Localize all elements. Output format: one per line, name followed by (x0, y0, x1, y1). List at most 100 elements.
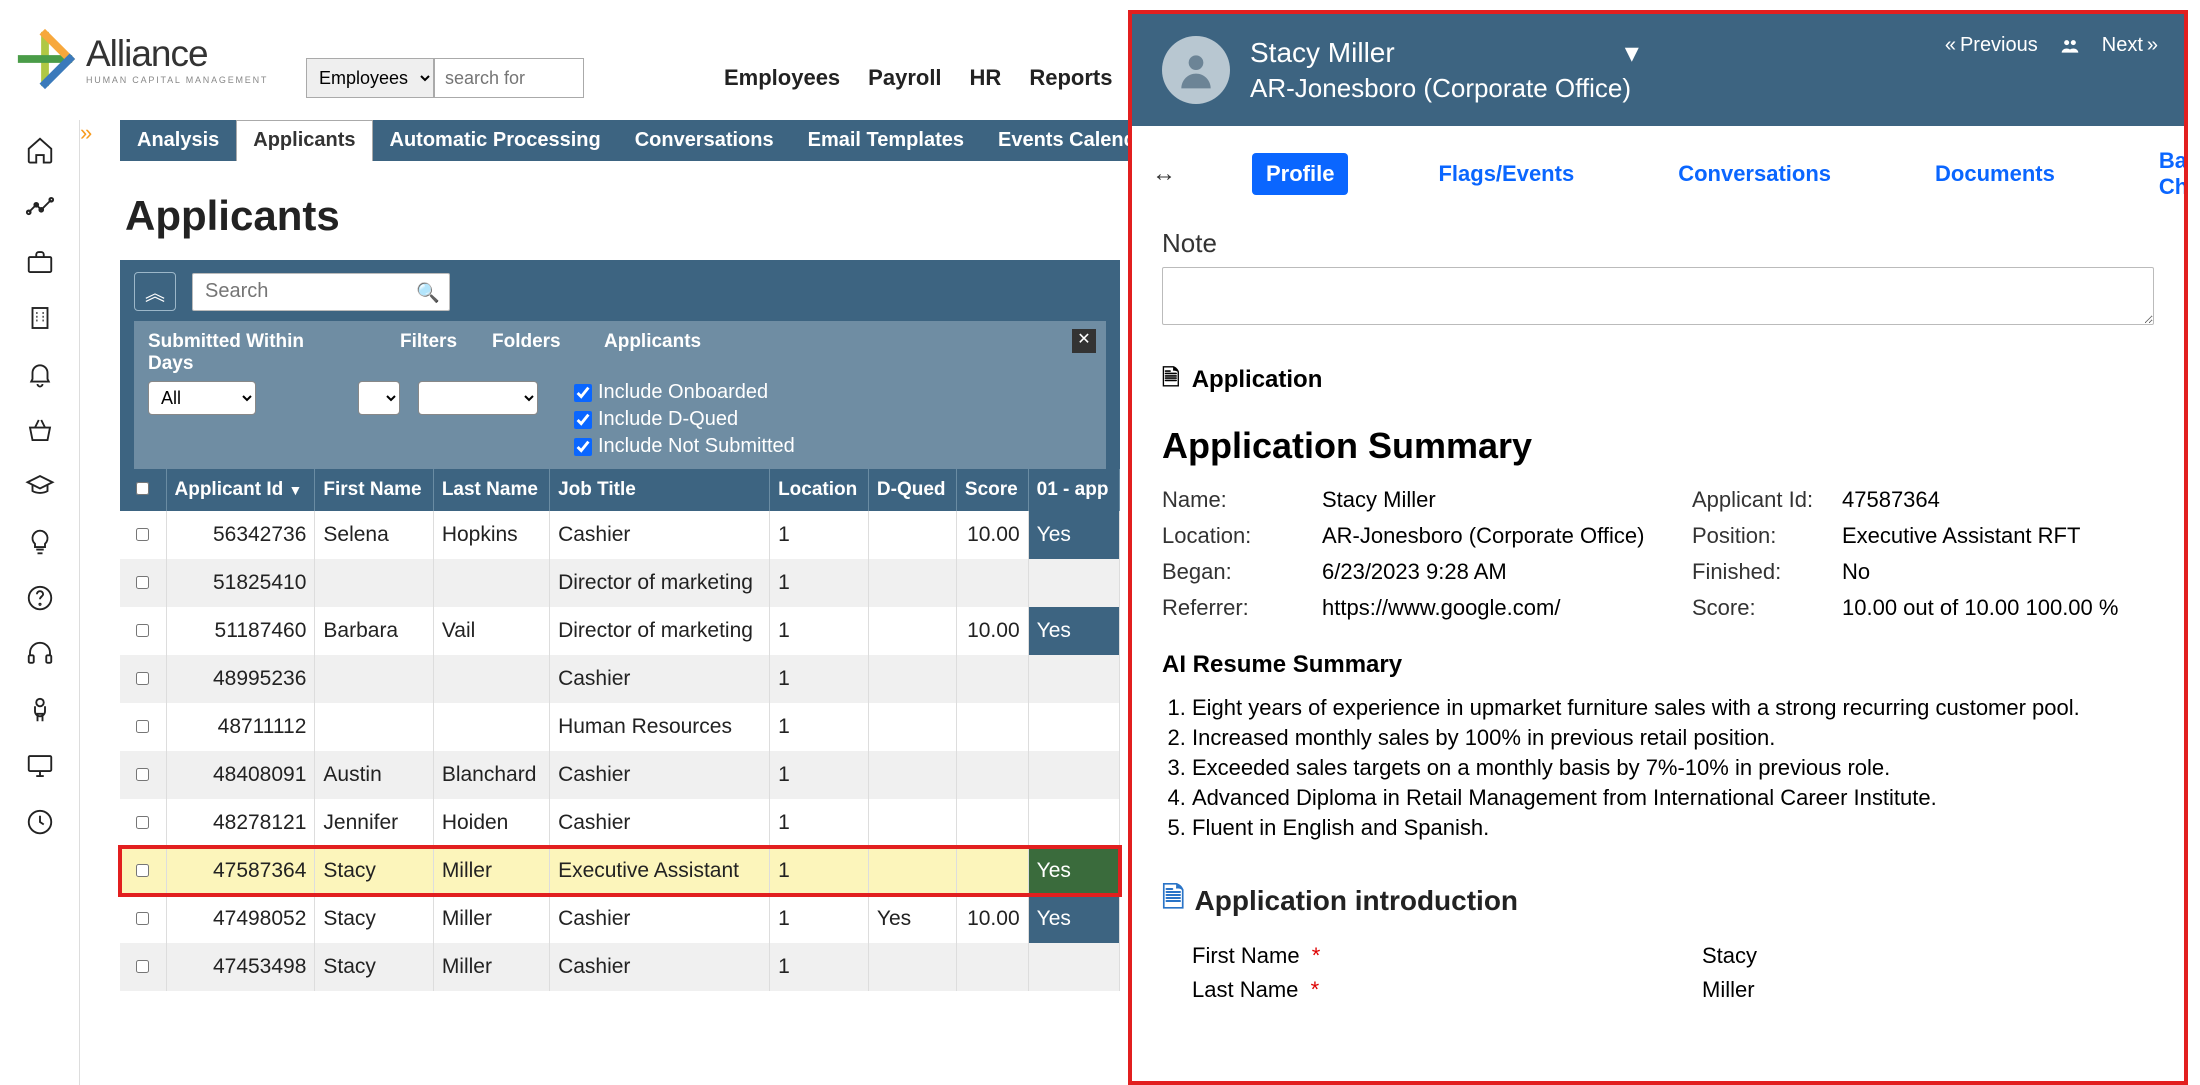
detail-tabs: ↔ Profile Flags/Events Conversations Doc… (1132, 126, 2184, 222)
previous-button[interactable]: « Previous (1945, 34, 2038, 57)
top-nav: Employees Payroll HR Reports (724, 65, 1112, 91)
headset-icon[interactable] (22, 636, 58, 672)
brand-name: Alliance (86, 33, 268, 75)
applicant-detail-panel: Stacy Miller▾ AR-Jonesboro (Corporate Of… (1128, 10, 2188, 1085)
building-icon[interactable] (22, 300, 58, 336)
row-checkbox[interactable] (136, 864, 149, 877)
nav-employees[interactable]: Employees (724, 65, 840, 91)
table-row[interactable]: 56342736SelenaHopkinsCashier110.00Yes (120, 511, 1120, 559)
file-icon: 🗎 (1162, 877, 1185, 925)
detail-tab-profile[interactable]: Profile (1252, 153, 1348, 195)
table-row[interactable]: 48995236Cashier1 (120, 655, 1120, 703)
ai-item: Exceeded sales targets on a monthly basi… (1192, 755, 2154, 781)
person-icon[interactable] (22, 692, 58, 728)
lightbulb-icon[interactable] (22, 524, 58, 560)
analytics-icon[interactable] (22, 188, 58, 224)
nav-hr[interactable]: HR (970, 65, 1002, 91)
logo-icon (14, 28, 76, 90)
briefcase-icon[interactable] (22, 244, 58, 280)
row-checkbox[interactable] (136, 528, 149, 541)
table-row[interactable]: 48711112Human Resources1 (120, 703, 1120, 751)
include-dqued-checkbox[interactable]: Include D-Qued (574, 408, 795, 431)
tab-automatic-processing[interactable]: Automatic Processing (373, 120, 618, 161)
col-last-name[interactable]: Last Name (433, 469, 549, 511)
detail-tab-flags[interactable]: Flags/Events (1424, 153, 1588, 195)
filter-label-applicants: Applicants (604, 331, 701, 375)
filters-select[interactable] (358, 381, 400, 415)
close-filter-button[interactable]: ✕ (1072, 329, 1096, 353)
global-search-input[interactable] (434, 58, 584, 98)
group-icon[interactable] (2058, 36, 2082, 56)
applicant-search-input[interactable] (192, 273, 450, 311)
table-row[interactable]: 51187460BarbaraVailDirector of marketing… (120, 607, 1120, 655)
folders-select[interactable] (418, 381, 538, 415)
table-row[interactable]: 51825410Director of marketing1 (120, 559, 1120, 607)
page-title: Applicants (125, 192, 340, 240)
row-checkbox[interactable] (136, 576, 149, 589)
home-icon[interactable] (22, 132, 58, 168)
col-location[interactable]: Location (770, 469, 869, 511)
next-button[interactable]: Next » (2102, 34, 2158, 57)
monitor-icon[interactable] (22, 748, 58, 784)
tab-analysis[interactable]: Analysis (120, 120, 236, 161)
intro-form: First Name *StacyLast Name *Miller (1192, 943, 2154, 1003)
tab-email-templates[interactable]: Email Templates (791, 120, 981, 161)
detail-tab-conversations[interactable]: Conversations (1664, 153, 1845, 195)
col-applicant-id[interactable]: Applicant Id ▼ (166, 469, 315, 511)
col-dqued[interactable]: D-Qued (868, 469, 956, 511)
sort-desc-icon: ▼ (289, 482, 303, 498)
ai-item: Eight years of experience in upmarket fu… (1192, 695, 2154, 721)
bell-icon[interactable] (22, 356, 58, 392)
scope-select[interactable]: Employees (306, 58, 434, 98)
submitted-days-select[interactable]: All (148, 381, 256, 415)
table-row[interactable]: 47587364StacyMillerExecutive Assistant1Y… (120, 847, 1120, 895)
ai-item: Fluent in English and Spanish. (1192, 815, 2154, 841)
search-icon: 🔍 (416, 281, 440, 305)
table-row[interactable]: 47453498StacyMillerCashier1 (120, 943, 1120, 991)
col-check[interactable] (120, 469, 166, 511)
note-textarea[interactable] (1162, 267, 2154, 325)
ai-summary-title: AI Resume Summary (1162, 651, 2154, 679)
col-score[interactable]: Score (956, 469, 1028, 511)
tab-applicants[interactable]: Applicants (236, 120, 372, 161)
name-dropdown-icon[interactable]: ▾ (1625, 36, 1639, 69)
intro-title: Application introduction (1195, 885, 1519, 917)
row-checkbox[interactable] (136, 624, 149, 637)
row-checkbox[interactable] (136, 960, 149, 973)
row-checkbox[interactable] (136, 720, 149, 733)
nav-payroll[interactable]: Payroll (868, 65, 941, 91)
table-row[interactable]: 48278121JenniferHoidenCashier1 (120, 799, 1120, 847)
filter-label-submitted: Submitted Within Days (148, 331, 348, 375)
table-row[interactable]: 47498052StacyMillerCashier1Yes10.00Yes (120, 895, 1120, 943)
rail-expand-icon[interactable]: » (80, 120, 92, 146)
note-label: Note (1162, 228, 2154, 259)
help-icon[interactable] (22, 580, 58, 616)
row-checkbox[interactable] (136, 768, 149, 781)
filter-label-folders: Folders (492, 331, 552, 375)
ai-item: Advanced Diploma in Retail Management fr… (1192, 785, 2154, 811)
applicants-table: Applicant Id ▼ First Name Last Name Job … (120, 469, 1120, 991)
detail-tab-background[interactable]: Background Check (2145, 140, 2188, 208)
row-checkbox[interactable] (136, 816, 149, 829)
col-app[interactable]: 01 - app (1028, 469, 1119, 511)
detail-header: Stacy Miller▾ AR-Jonesboro (Corporate Of… (1132, 14, 2184, 126)
include-not-submitted-checkbox[interactable]: Include Not Submitted (574, 435, 795, 458)
col-job-title[interactable]: Job Title (550, 469, 770, 511)
tabs-resize-icon[interactable]: ↔ (1152, 160, 1176, 188)
include-onboarded-checkbox[interactable]: Include Onboarded (574, 381, 795, 404)
nav-reports[interactable]: Reports (1029, 65, 1112, 91)
collapse-filters-button[interactable]: ︽ (134, 272, 176, 311)
ai-item: Increased monthly sales by 100% in previ… (1192, 725, 2154, 751)
col-first-name[interactable]: First Name (315, 469, 433, 511)
row-checkbox[interactable] (136, 912, 149, 925)
table-row[interactable]: 48408091AustinBlanchardCashier1 (120, 751, 1120, 799)
education-icon[interactable] (22, 468, 58, 504)
tab-conversations[interactable]: Conversations (618, 120, 791, 161)
basket-icon[interactable] (22, 412, 58, 448)
row-checkbox[interactable] (136, 672, 149, 685)
detail-tab-documents[interactable]: Documents (1921, 153, 2069, 195)
clock-icon[interactable] (22, 804, 58, 840)
detail-location: AR-Jonesboro (Corporate Office) (1250, 73, 1639, 104)
table-header-row: Applicant Id ▼ First Name Last Name Job … (120, 469, 1120, 511)
avatar (1162, 36, 1230, 104)
